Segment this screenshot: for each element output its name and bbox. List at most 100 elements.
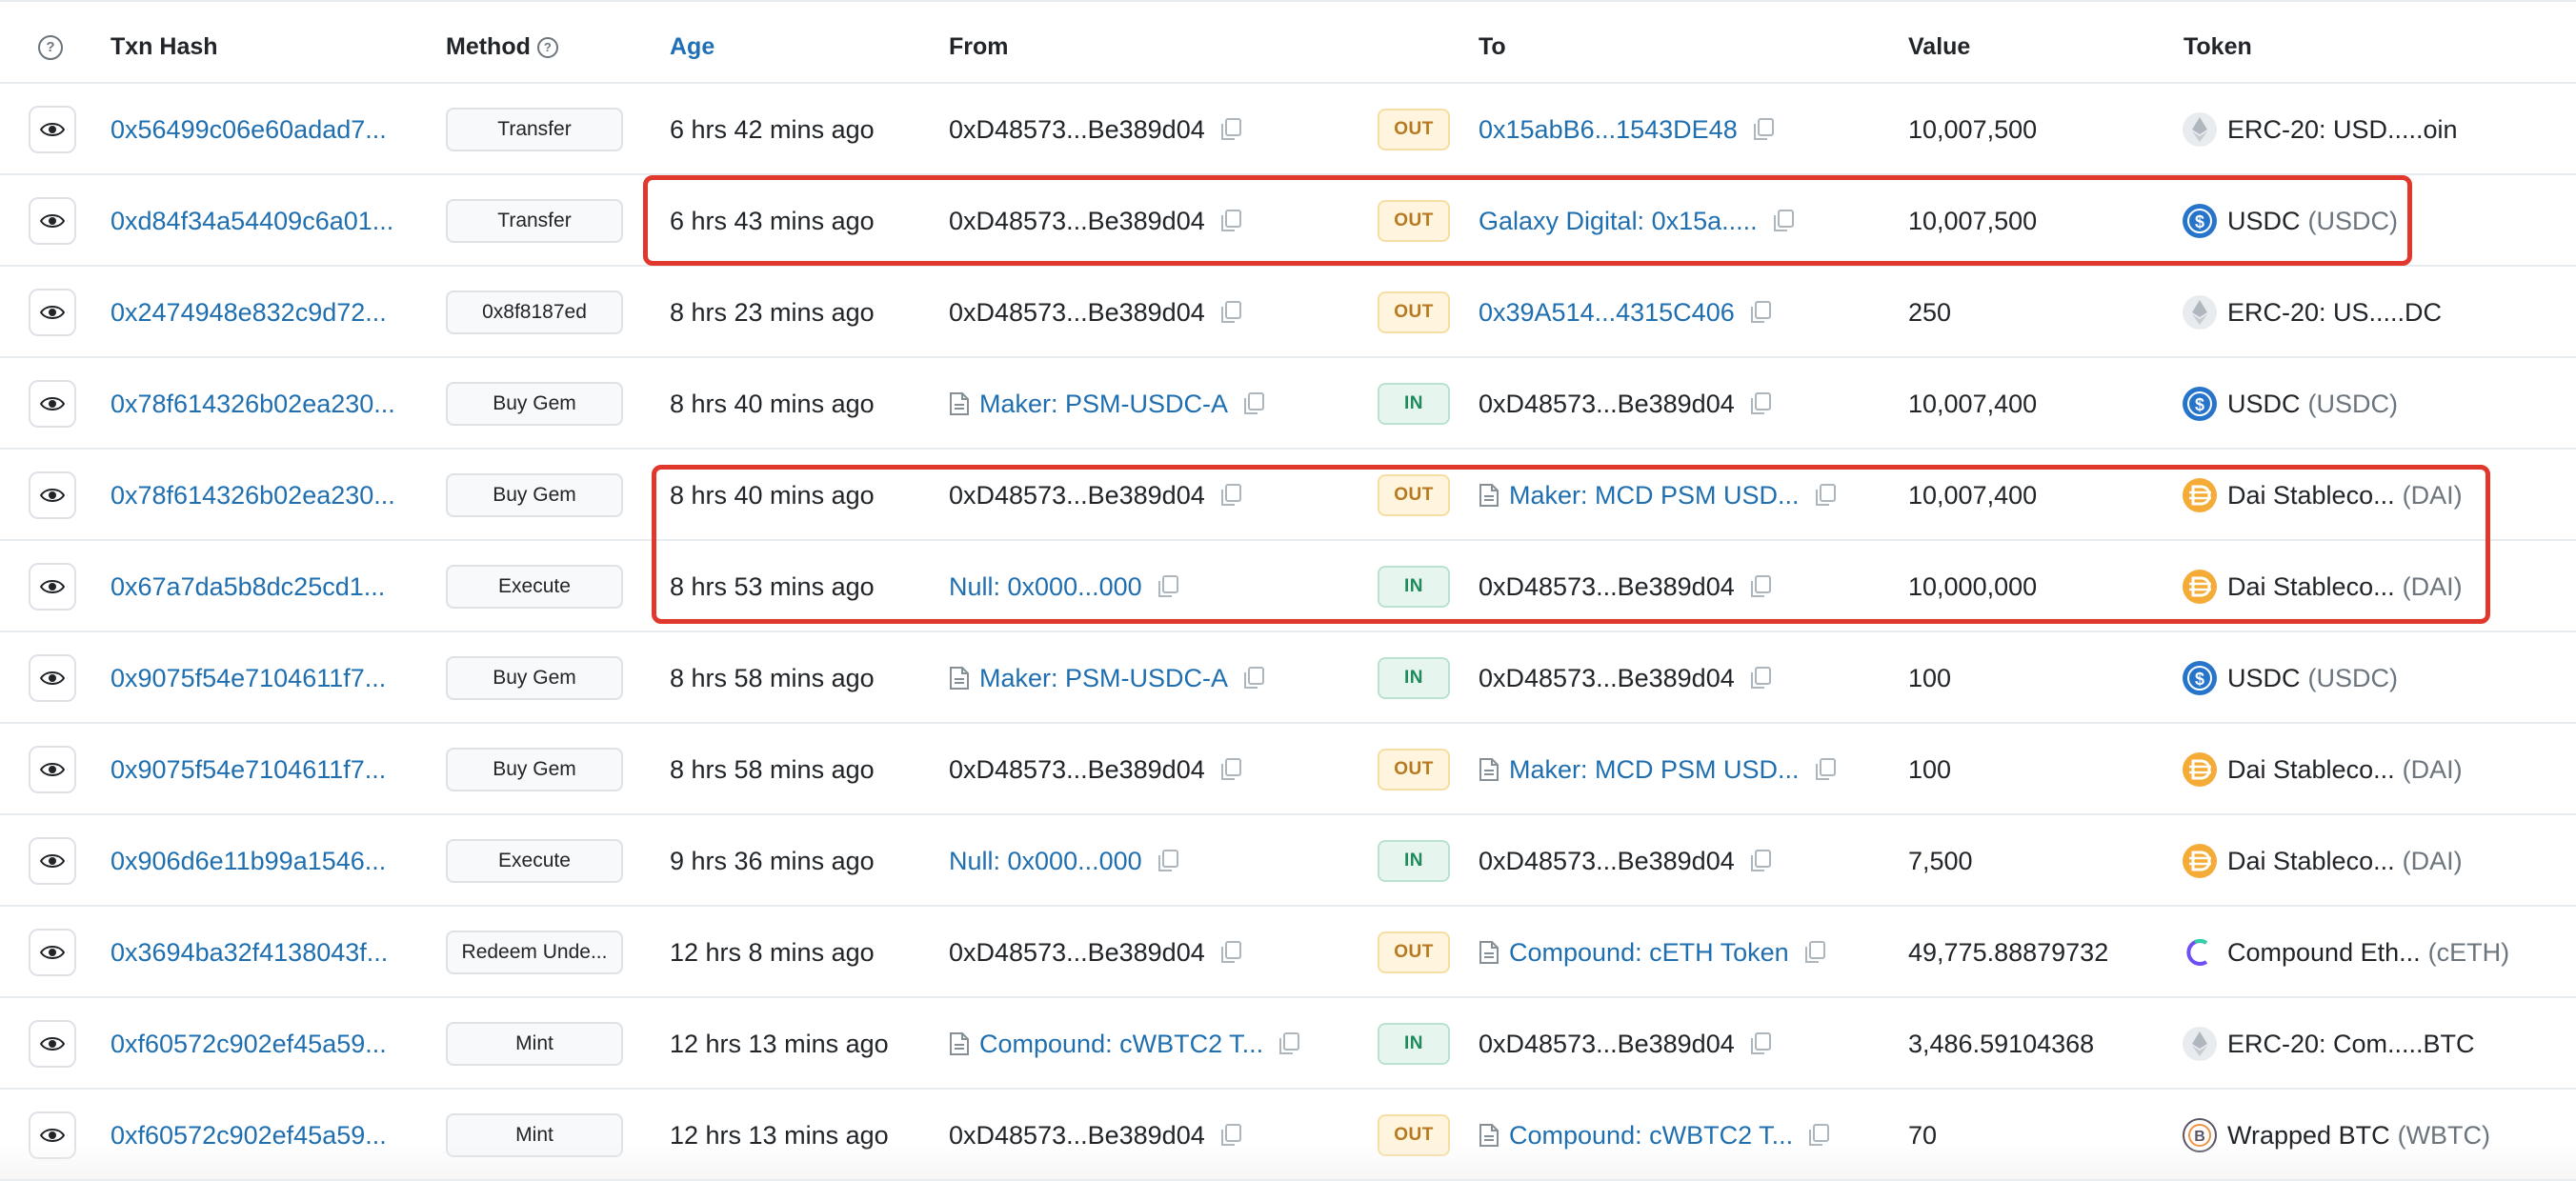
eye-icon	[40, 1035, 65, 1052]
copy-icon[interactable]	[1241, 391, 1266, 416]
table-row: 0x906d6e11b99a1546... Execute 9 hrs 36 m…	[0, 815, 2576, 907]
view-details-button[interactable]	[29, 746, 76, 793]
token-name[interactable]: USDC	[2227, 664, 2301, 693]
txn-hash-link[interactable]: 0xd84f34a54409c6a01...	[111, 207, 393, 236]
method-badge[interactable]: Execute	[446, 839, 623, 883]
txn-hash-link[interactable]: 0x78f614326b02ea230...	[111, 390, 395, 419]
to-address[interactable]: 0x39A514...4315C406	[1479, 298, 1735, 328]
copy-icon[interactable]	[1218, 117, 1243, 142]
txn-hash-link[interactable]: 0x9075f54e7104611f7...	[111, 664, 386, 693]
to-address[interactable]: Compound: cETH Token	[1509, 938, 1789, 968]
copy-icon[interactable]	[1156, 849, 1180, 873]
method-badge[interactable]: Redeem Unde...	[446, 931, 623, 974]
copy-icon[interactable]	[1218, 483, 1243, 508]
view-details-button[interactable]	[29, 106, 76, 153]
token-name[interactable]: Dai Stableco...	[2227, 847, 2395, 876]
txn-hash-link[interactable]: 0x67a7da5b8dc25cd1...	[111, 572, 385, 602]
view-details-button[interactable]	[29, 289, 76, 336]
method-header-label: Method	[446, 33, 531, 60]
copy-icon[interactable]	[1218, 757, 1243, 782]
table-row: 0xd84f34a54409c6a01... Transfer 6 hrs 43…	[0, 175, 2576, 267]
token-name[interactable]: ERC-20: USD.....oin	[2227, 115, 2458, 145]
token-name[interactable]: Dai Stableco...	[2227, 481, 2395, 510]
method-badge[interactable]: Buy Gem	[446, 382, 623, 426]
copy-icon[interactable]	[1156, 574, 1180, 599]
txn-hash-link[interactable]: 0x2474948e832c9d72...	[111, 298, 387, 328]
from-address[interactable]: Maker: PSM-USDC-A	[979, 664, 1228, 693]
from-address[interactable]: Compound: cWBTC2 T...	[979, 1030, 1263, 1059]
txn-hash-link[interactable]: 0x9075f54e7104611f7...	[111, 755, 386, 785]
txn-hash-link[interactable]: 0xf60572c902ef45a59...	[111, 1030, 387, 1059]
copy-icon[interactable]	[1813, 757, 1838, 782]
view-details-button[interactable]	[29, 654, 76, 702]
token-name[interactable]: Dai Stableco...	[2227, 572, 2395, 602]
age-header[interactable]: Age	[670, 2, 714, 86]
question-icon[interactable]: ?	[38, 35, 63, 61]
token-name[interactable]: USDC	[2227, 207, 2301, 236]
method-badge[interactable]: Mint	[446, 1022, 623, 1066]
age-text: 8 hrs 58 mins ago	[670, 663, 875, 692]
view-details-button[interactable]	[29, 1020, 76, 1068]
table-row: 0xf60572c902ef45a59... Mint 12 hrs 13 mi…	[0, 998, 2576, 1090]
token-name[interactable]: ERC-20: US.....DC	[2227, 298, 2442, 328]
copy-icon[interactable]	[1218, 940, 1243, 965]
eye-icon	[40, 852, 65, 870]
view-details-button[interactable]	[29, 929, 76, 976]
txn-hash-link[interactable]: 0x78f614326b02ea230...	[111, 481, 395, 510]
copy-icon[interactable]	[1241, 666, 1266, 691]
copy-icon[interactable]	[1748, 849, 1773, 873]
token-header: Token	[2184, 33, 2252, 60]
copy-icon[interactable]	[1802, 940, 1827, 965]
to-address[interactable]: Maker: MCD PSM USD...	[1509, 755, 1800, 785]
method-help-icon[interactable]: ?	[536, 37, 558, 59]
view-details-button[interactable]	[29, 471, 76, 519]
view-details-button[interactable]	[29, 197, 76, 245]
from-address: 0xD48573...Be389d04	[949, 480, 1205, 510]
copy-icon[interactable]	[1748, 391, 1773, 416]
copy-icon[interactable]	[1748, 300, 1773, 325]
from-address[interactable]: Null: 0x000...000	[949, 847, 1142, 876]
copy-icon[interactable]	[1748, 574, 1773, 599]
method-badge[interactable]: Execute	[446, 565, 623, 609]
from-address[interactable]: Null: 0x000...000	[949, 572, 1142, 602]
from-address[interactable]: Maker: PSM-USDC-A	[979, 390, 1228, 419]
copy-icon[interactable]	[1218, 300, 1243, 325]
to-address[interactable]: Maker: MCD PSM USD...	[1509, 481, 1800, 510]
method-badge[interactable]: Buy Gem	[446, 473, 623, 517]
to-address[interactable]: Galaxy Digital: 0x15a.....	[1479, 207, 1758, 236]
to-address: 0xD48573...Be389d04	[1479, 389, 1735, 418]
copy-icon[interactable]	[1751, 117, 1776, 142]
value-text: 10,007,400	[1908, 480, 2038, 510]
view-details-button[interactable]	[29, 837, 76, 885]
method-badge[interactable]: 0x8f8187ed	[446, 290, 623, 334]
token-name[interactable]: USDC	[2227, 390, 2301, 419]
copy-icon[interactable]	[1771, 209, 1796, 233]
token-name[interactable]: Compound Eth...	[2227, 938, 2421, 968]
copy-icon[interactable]	[1277, 1031, 1301, 1056]
copy-icon[interactable]	[1748, 1031, 1773, 1056]
method-badge[interactable]: Buy Gem	[446, 748, 623, 791]
method-badge[interactable]: Buy Gem	[446, 656, 623, 700]
copy-icon[interactable]	[1748, 666, 1773, 691]
method-badge[interactable]: Transfer	[446, 108, 623, 151]
svg-text:$: $	[2195, 395, 2204, 414]
method-badge[interactable]: Transfer	[446, 199, 623, 243]
help-header[interactable]: ?	[38, 2, 63, 86]
token-name[interactable]: ERC-20: Com.....BTC	[2227, 1030, 2475, 1059]
eye-icon	[40, 1127, 65, 1144]
txn-hash-link[interactable]: 0x906d6e11b99a1546...	[111, 847, 386, 876]
compound-icon	[2182, 934, 2218, 971]
direction-badge: OUT	[1378, 931, 1450, 973]
view-details-button[interactable]	[29, 380, 76, 428]
eye-icon	[40, 487, 65, 504]
view-details-button[interactable]	[29, 563, 76, 611]
txn-hash-link[interactable]: 0x3694ba32f4138043f...	[111, 938, 388, 968]
from-address: 0xD48573...Be389d04	[949, 937, 1205, 967]
to-address[interactable]: 0x15abB6...1543DE48	[1479, 115, 1738, 145]
method-header: Method ?	[446, 2, 558, 86]
txn-hash-link[interactable]: 0x56499c06e60adad7...	[111, 115, 387, 145]
token-name[interactable]: Dai Stableco...	[2227, 755, 2395, 785]
to-address: 0xD48573...Be389d04	[1479, 571, 1735, 601]
copy-icon[interactable]	[1813, 483, 1838, 508]
copy-icon[interactable]	[1218, 209, 1243, 233]
